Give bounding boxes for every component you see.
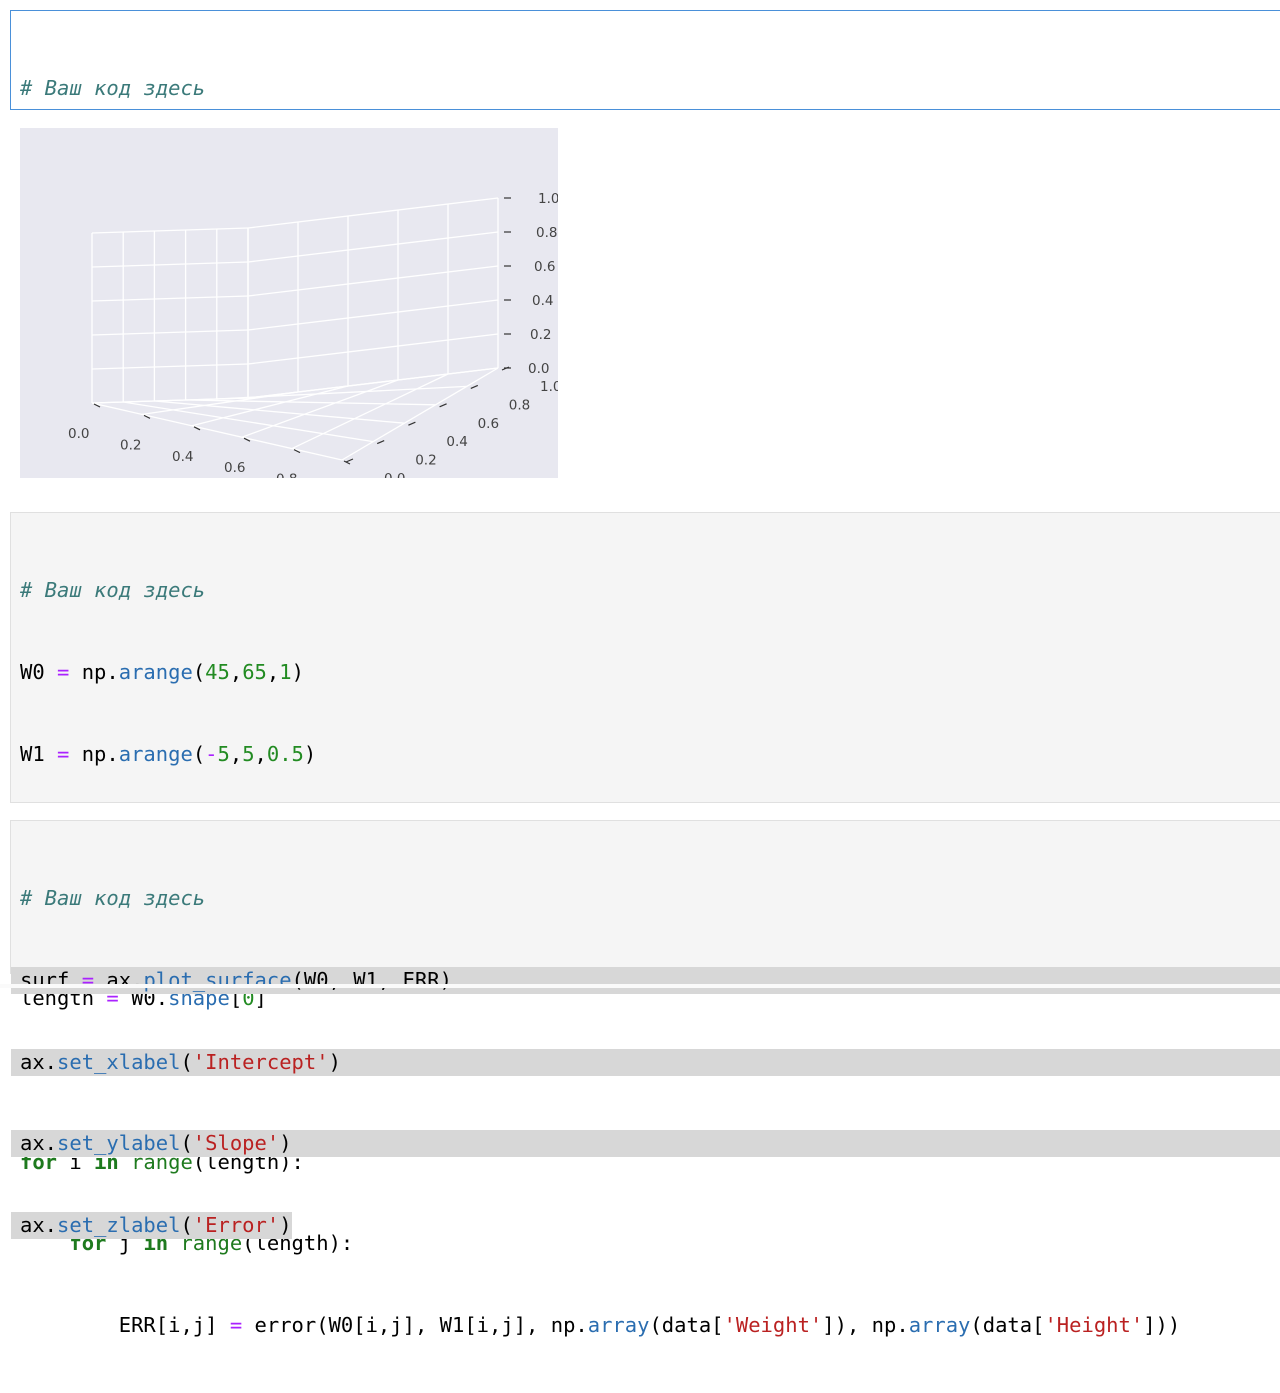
grid-line xyxy=(91,329,249,336)
grid-line xyxy=(247,333,499,365)
z-tick-label: 0.4 xyxy=(532,293,553,309)
code-cell-3[interactable]: # Ваш код здесь surf = ax.plot_surface(W… xyxy=(10,820,1280,1239)
z-tick-label: 1.0 xyxy=(538,191,558,207)
code-line: ERR[i,j] = error(W0[i,j], W1[i,j], np.ar… xyxy=(20,1312,1181,1337)
tick-mark xyxy=(470,384,479,389)
tick-mark xyxy=(439,403,447,408)
y-tick-label: 0.0 xyxy=(384,471,405,478)
y-tick-label: 0.6 xyxy=(478,416,499,432)
x-tick-label: 0.8 xyxy=(276,472,297,478)
3d-axes-plot: 0.0 0.2 0.4 0.6 0.8 1.0 0.0 0.2 0.4 0.6 0.8 1.0 0.0 0… xyxy=(68,191,558,478)
code-cell-2[interactable]: # Ваш код здесь W0 = np.arange(45,65,1) … xyxy=(10,512,1280,1337)
grid-line xyxy=(247,265,499,297)
plot-output: 0.0 0.2 0.4 0.6 0.8 1.0 0.0 0.2 0.4 0.6 0.8 1.0 0.0 0… xyxy=(20,128,558,478)
x-tick-label: 0.2 xyxy=(120,437,141,453)
code-line: W1 = np.arange(-5,5,0.5) xyxy=(20,741,317,766)
tick-mark xyxy=(376,440,385,445)
grid-line xyxy=(247,197,499,229)
z-tick-label: 0.2 xyxy=(530,327,551,343)
code-editor[interactable]: # Ваш код здесь surf = ax.plot_surface(W… xyxy=(11,831,1280,1293)
y-tick-label: 0.2 xyxy=(415,453,436,469)
code-line-selected: surf = ax.plot_surface(W0, W1, ERR) xyxy=(11,967,1280,995)
code-comment: # Ваш код здесь xyxy=(20,578,206,603)
code-comment: # Ваш код здесь xyxy=(20,886,206,911)
y-tick-label: 0.4 xyxy=(446,434,467,450)
y-tick-label: 0.8 xyxy=(509,397,530,413)
code-line: # Ваш код здесь xyxy=(20,75,1280,102)
grid-line xyxy=(91,261,249,268)
grid-line xyxy=(91,227,249,234)
grid-line xyxy=(123,401,374,443)
z-tick-label: 0.8 xyxy=(536,225,557,241)
grid-line xyxy=(91,363,249,370)
tick-mark xyxy=(408,421,416,426)
grid-line xyxy=(247,299,499,331)
z-tick-label: 0.6 xyxy=(534,259,555,275)
grid-line xyxy=(247,367,499,399)
code-cell-1[interactable]: # Ваш код здесь fig = plt.figure() ax = … xyxy=(10,10,1280,264)
code-line-selected: ax.set_xlabel('Intercept') xyxy=(11,1048,1280,1076)
x-tick-label: 0.6 xyxy=(224,460,245,476)
code-line-selected: ax.set_ylabel('Slope') xyxy=(11,1130,1280,1158)
tick-mark xyxy=(345,458,354,463)
z-tick-label: 0.0 xyxy=(528,361,549,377)
y-tick-label: 1.0 xyxy=(540,379,558,395)
x-tick-label: 0.0 xyxy=(68,426,89,442)
code-line: W0 = np.arange(45,65,1) xyxy=(20,660,304,684)
x-tick-label: 0.4 xyxy=(172,449,193,465)
code-line: # Ваш код здесь xyxy=(20,577,1280,604)
next-cell-edge xyxy=(0,984,1280,988)
code-line-selected: ax.set_zlabel('Error') xyxy=(11,1211,1280,1239)
code-comment: # Ваш код здесь xyxy=(20,76,206,101)
code-line: # Ваш код здесь xyxy=(20,885,1280,912)
grid-line xyxy=(247,231,499,263)
grid-line xyxy=(91,295,249,302)
